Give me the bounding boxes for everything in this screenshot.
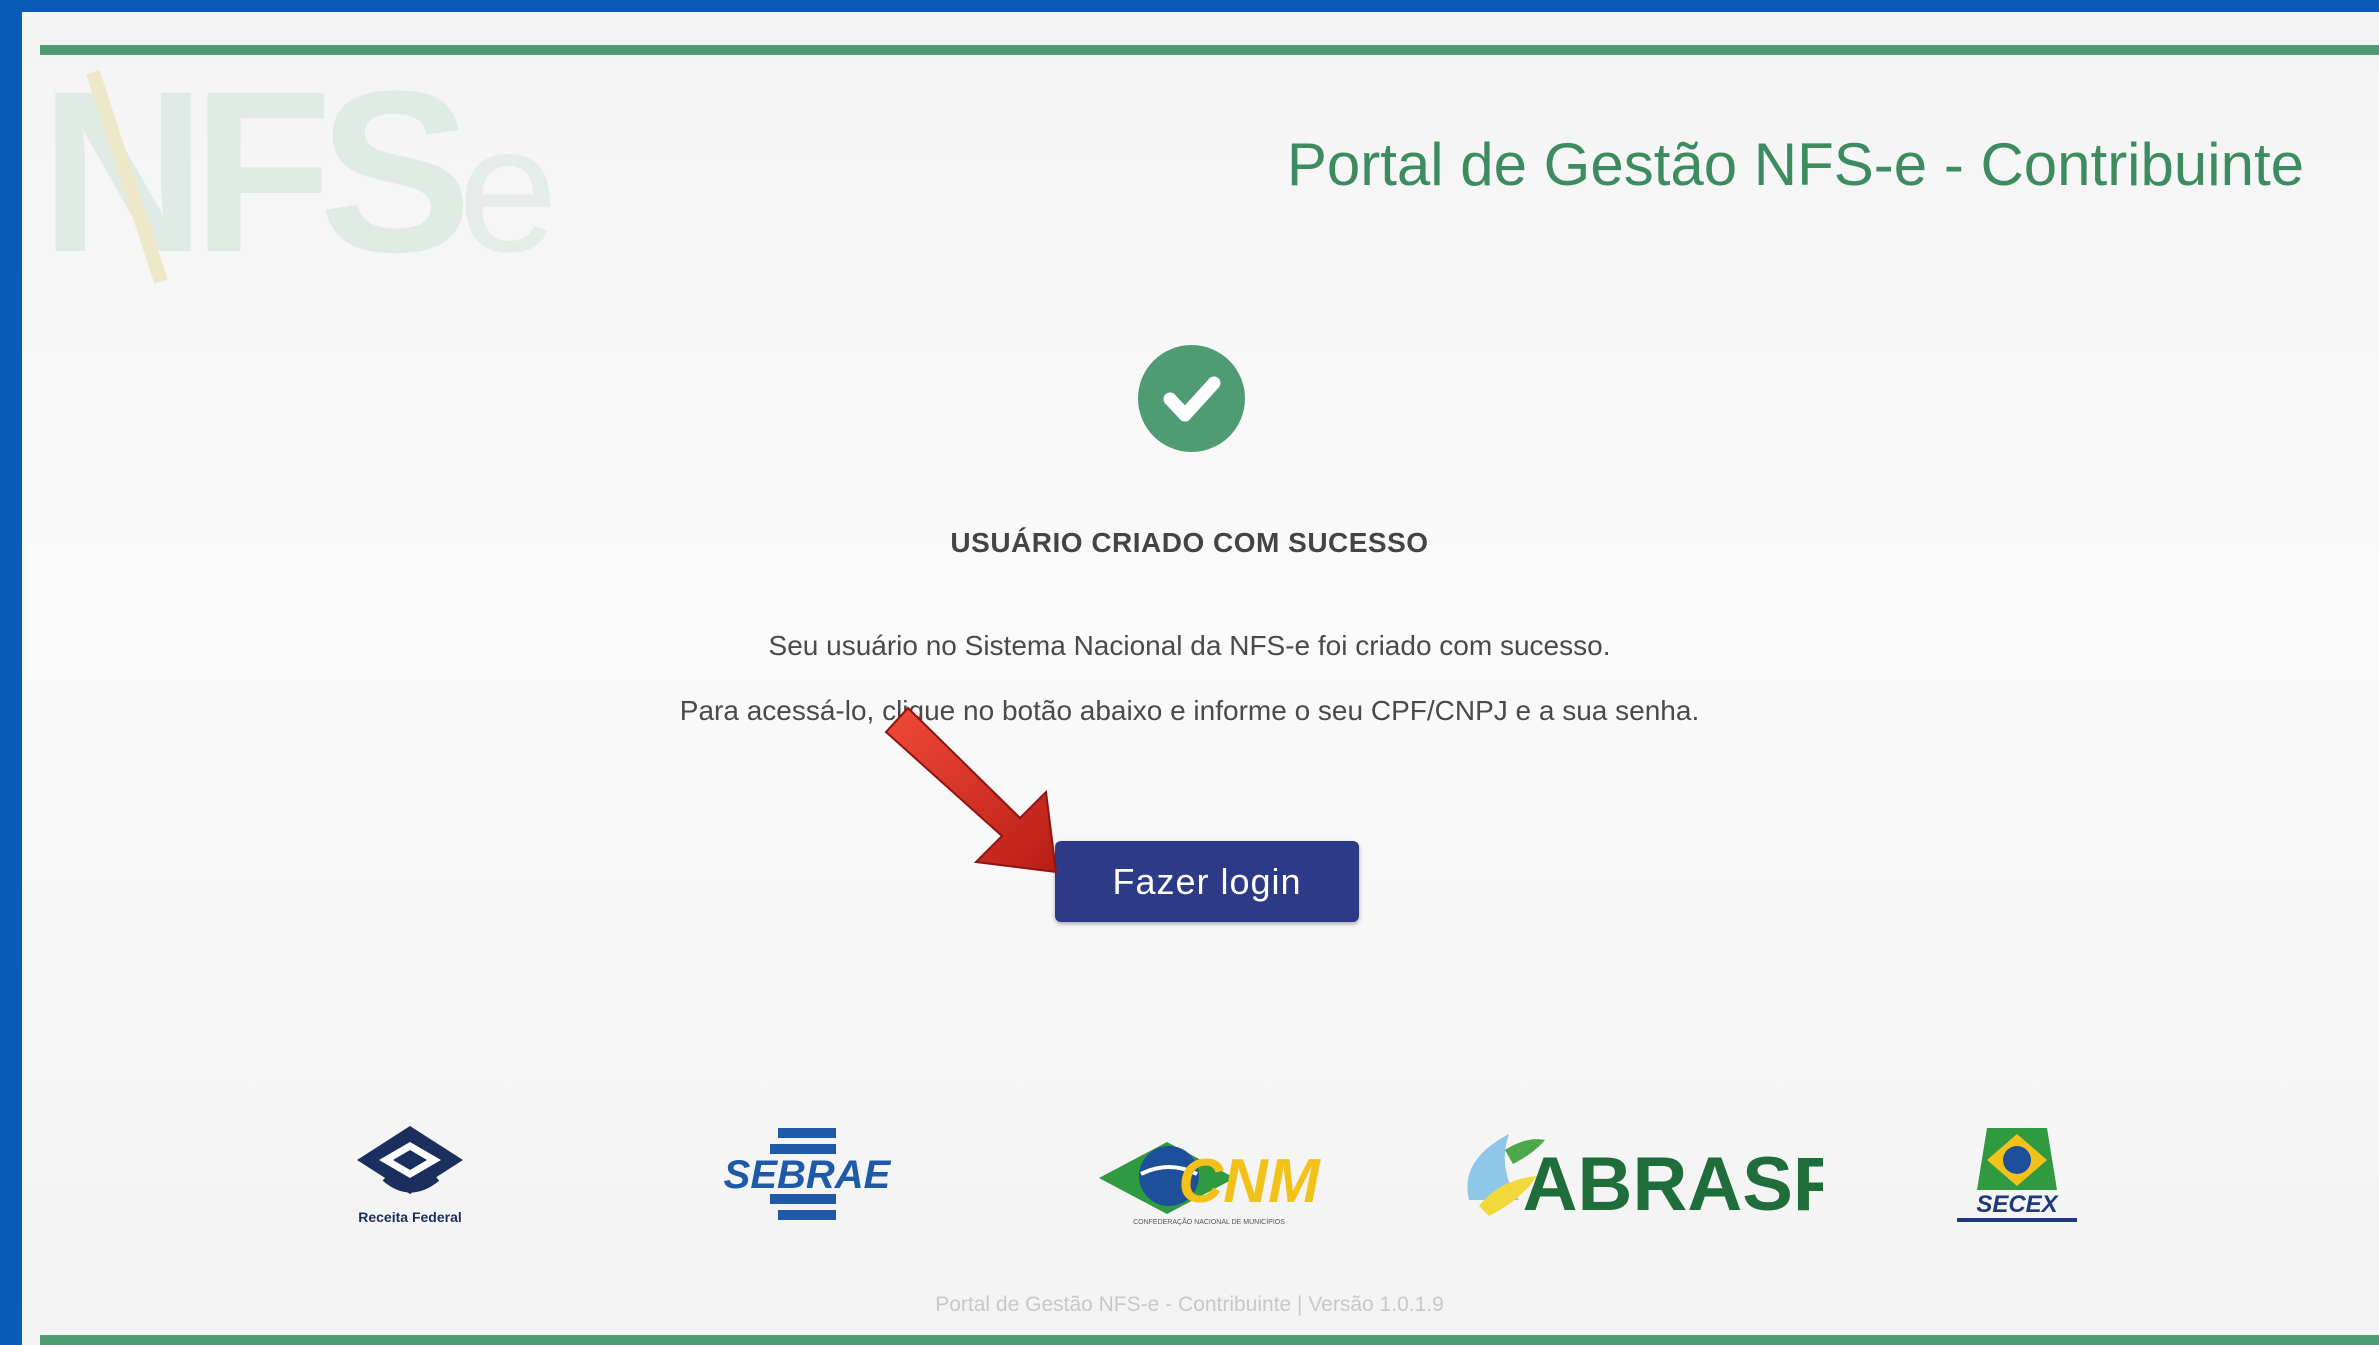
success-message-line2: Para acessá-lo, clique no botão abaixo e… <box>679 695 1700 726</box>
receita-logo-text: Receita Federal <box>358 1209 462 1225</box>
abrasf-logo: ABRASF <box>1467 1134 1823 1227</box>
page-title: Portal de Gestão NFS-e - Contribuinte <box>1286 131 2304 198</box>
sebrae-logo-text: SEBRAE <box>724 1153 892 1197</box>
abrasf-logo-text: ABRASF <box>1523 1142 1823 1227</box>
check-circle-icon <box>1138 345 1245 452</box>
cnm-logo-subtext: CONFEDERAÇÃO NACIONAL DE MUNICÍPIOS <box>1133 1217 1285 1226</box>
red-arrow-pointer-icon <box>884 706 1058 874</box>
nfse-watermark-logo: NFSe <box>40 57 558 290</box>
success-message-line1: Seu usuário no Sistema Nacional da NFS-e… <box>768 630 1611 661</box>
cnm-logo: CNM CONFEDERAÇÃO NACIONAL DE MUNICÍPIOS <box>1099 1142 1321 1226</box>
success-heading: USUÁRIO CRIADO COM SUCESSO <box>950 527 1429 558</box>
footer-divider <box>40 1335 2379 1345</box>
receita-federal-logo: Receita Federal <box>357 1126 463 1225</box>
footer-version: Portal de Gestão NFS-e - Contribuinte | … <box>935 1293 1444 1316</box>
cnm-logo-text: CNM <box>1178 1147 1321 1216</box>
secex-logo: SECEX <box>1957 1128 2077 1222</box>
secex-logo-text: SECEX <box>1976 1191 2059 1218</box>
sebrae-logo: SEBRAE <box>724 1128 892 1220</box>
screen-frame: NFSe Portal de Gestão NFS-e - Contribuin… <box>0 0 2379 1345</box>
watermark-e: e <box>458 89 558 290</box>
login-button[interactable]: Fazer login <box>1055 841 1359 922</box>
